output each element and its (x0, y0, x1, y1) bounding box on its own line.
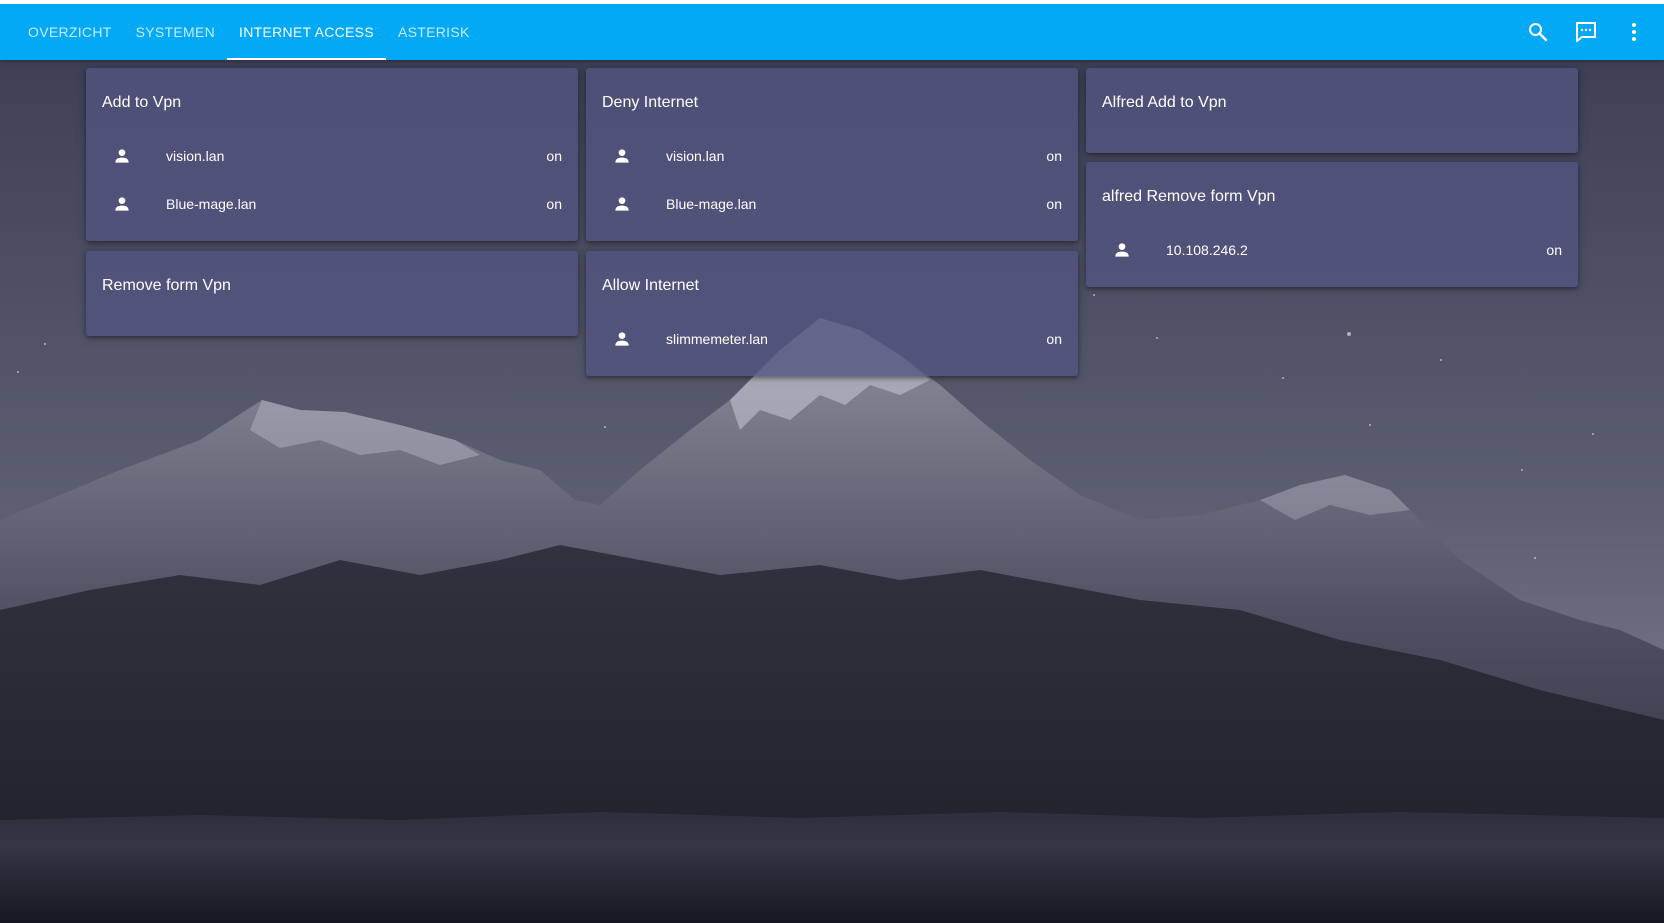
card-title: Allow Internet (602, 277, 699, 294)
entity-state: on (546, 148, 562, 164)
entity-name: vision.lan (666, 148, 725, 164)
person-icon (1110, 238, 1134, 262)
entity-row[interactable]: slimmemeter.lan on (586, 315, 1078, 363)
entity-state: on (546, 196, 562, 212)
entity-state: on (1046, 196, 1062, 212)
card-remove-from-vpn: Remove form Vpn (86, 251, 578, 336)
tab-asterisk[interactable]: ASTERISK (386, 4, 482, 60)
entity-state: on (1046, 331, 1062, 347)
entity-list: slimmemeter.lan on (586, 315, 1078, 363)
entity-name: vision.lan (166, 148, 225, 164)
search-button[interactable] (1524, 18, 1552, 46)
overflow-menu-button[interactable] (1620, 18, 1648, 46)
entity-row[interactable]: vision.lan on (586, 132, 1078, 180)
card-title: alfred Remove form Vpn (1102, 188, 1276, 205)
entity-list: vision.lan on Blue-mage.lan on (586, 132, 1078, 228)
chat-icon (1576, 22, 1596, 42)
entity-list: 10.108.246.2 on (1086, 226, 1578, 274)
card-alfred-add-to-vpn: Alfred Add to Vpn (1086, 68, 1578, 153)
entity-name: 10.108.246.2 (1166, 242, 1248, 258)
card-deny-internet: Deny Internet vision.lan on Blue-mage.la… (586, 68, 1078, 241)
tab-systemen[interactable]: SYSTEMEN (124, 4, 227, 60)
entity-list: vision.lan on Blue-mage.lan on (86, 132, 578, 228)
person-icon (610, 144, 634, 168)
person-icon (110, 192, 134, 216)
view-tabs: OVERZICHT SYSTEMEN INTERNET ACCESS ASTER… (16, 4, 482, 60)
header-actions (1524, 4, 1648, 60)
search-icon (1529, 23, 1548, 42)
entity-row[interactable]: vision.lan on (86, 132, 578, 180)
entity-name: Blue-mage.lan (166, 196, 257, 212)
tab-internet-access[interactable]: INTERNET ACCESS (227, 4, 386, 60)
entity-state: on (1046, 148, 1062, 164)
tab-overzicht[interactable]: OVERZICHT (16, 4, 124, 60)
entity-name: slimmemeter.lan (666, 331, 768, 347)
person-icon (610, 327, 634, 351)
card-title: Alfred Add to Vpn (1102, 94, 1227, 111)
entity-row[interactable]: 10.108.246.2 on (1086, 226, 1578, 274)
conversation-button[interactable] (1572, 18, 1600, 46)
entity-row[interactable]: Blue-mage.lan on (86, 180, 578, 228)
card-title: Add to Vpn (102, 94, 182, 111)
person-icon (110, 144, 134, 168)
person-icon (610, 192, 634, 216)
card-alfred-remove-from-vpn: alfred Remove form Vpn 10.108.246.2 on (1086, 162, 1578, 287)
more-vertical-icon (1632, 23, 1636, 41)
app-root: OVERZICHT SYSTEMEN INTERNET ACCESS ASTER… (0, 0, 1664, 923)
entity-row[interactable]: Blue-mage.lan on (586, 180, 1078, 228)
card-title: Deny Internet (602, 94, 699, 111)
card-add-to-vpn: Add to Vpn vision.lan on Blue-mage.lan o… (86, 68, 578, 241)
entity-name: Blue-mage.lan (666, 196, 757, 212)
entity-state: on (1546, 242, 1562, 258)
card-title: Remove form Vpn (102, 277, 231, 294)
app-header: OVERZICHT SYSTEMEN INTERNET ACCESS ASTER… (0, 0, 1664, 60)
card-allow-internet: Allow Internet slimmemeter.lan on (586, 251, 1078, 376)
